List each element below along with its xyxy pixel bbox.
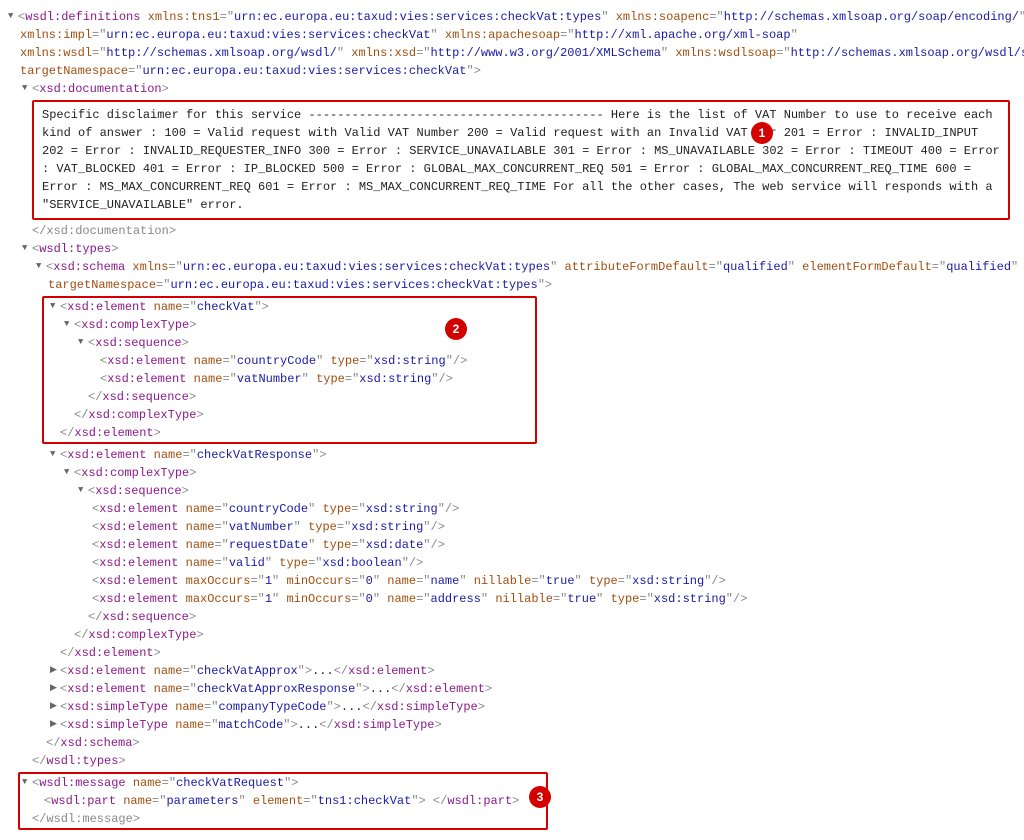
xsd-documentation-close: </xsd:documentation>	[8, 222, 1016, 240]
wsdl-message-open: <wsdl:message name="checkVatRequest">	[20, 774, 546, 792]
callout-badge-3: 3	[529, 786, 551, 808]
cvr-name: <xsd:element maxOccurs="1" minOccurs="0"…	[8, 572, 1016, 590]
expand-toggle[interactable]	[50, 700, 60, 714]
expand-toggle[interactable]	[22, 242, 32, 256]
wsdl-definitions-open: <wsdl:definitions xmlns:tns1="urn:ec.eur…	[8, 8, 1016, 26]
cvr-address: <xsd:element maxOccurs="1" minOccurs="0"…	[8, 590, 1016, 608]
expand-toggle[interactable]	[50, 664, 60, 678]
xsd-schema-cont: targetNamespace="urn:ec.europa.eu:taxud:…	[8, 276, 1016, 294]
wsdl-part: <wsdl:part name="parameters" element="tn…	[20, 792, 546, 810]
companytypecode-collapsed: <xsd:simpleType name="companyTypeCode">.…	[8, 698, 1016, 716]
checkvat-sequence-close: </xsd:sequence>	[44, 388, 535, 406]
checkvat-element-open: <xsd:element name="checkVat">	[44, 298, 535, 316]
cvr-countrycode: <xsd:element name="countryCode" type="xs…	[8, 500, 1016, 518]
expand-toggle[interactable]	[50, 448, 60, 462]
wsdl-definitions-cont2: xmlns:wsdl="http://schemas.xmlsoap.org/w…	[8, 44, 1016, 62]
checkvatresponse-close: </xsd:element>	[8, 644, 1016, 662]
cvr-sequence-open: <xsd:sequence>	[8, 482, 1016, 500]
callout-box-2: 2 <xsd:element name="checkVat"> <xsd:com…	[42, 296, 537, 444]
expand-toggle[interactable]	[36, 260, 46, 274]
callout-badge-1: 1	[751, 122, 773, 144]
cvr-requestdate: <xsd:element name="requestDate" type="xs…	[8, 536, 1016, 554]
xsd-schema-close: </xsd:schema>	[8, 734, 1016, 752]
xsd-schema-open: <xsd:schema xmlns="urn:ec.europa.eu:taxu…	[8, 258, 1016, 276]
cvr-complextype-close: </xsd:complexType>	[8, 626, 1016, 644]
checkvatapproxresponse-collapsed: <xsd:element name="checkVatApproxRespons…	[8, 680, 1016, 698]
cvr-vatnumber: <xsd:element name="vatNumber" type="xsd:…	[8, 518, 1016, 536]
checkvat-countrycode: <xsd:element name="countryCode" type="xs…	[44, 352, 535, 370]
callout-box-1: 1 Specific disclaimer for this service -…	[32, 100, 1010, 220]
cvr-complextype-open: <xsd:complexType>	[8, 464, 1016, 482]
wsdl-types-close: </wsdl:types>	[8, 752, 1016, 770]
expand-toggle[interactable]	[78, 484, 88, 498]
matchcode-collapsed: <xsd:simpleType name="matchCode">...</xs…	[8, 716, 1016, 734]
checkvat-complextype-close: </xsd:complexType>	[44, 406, 535, 424]
wsdl-definitions-cont3: targetNamespace="urn:ec.europa.eu:taxud:…	[8, 62, 1016, 80]
expand-toggle[interactable]	[22, 82, 32, 96]
expand-toggle[interactable]	[50, 300, 60, 314]
expand-toggle[interactable]	[50, 718, 60, 732]
expand-toggle[interactable]	[22, 776, 32, 790]
checkvat-vatnumber: <xsd:element name="vatNumber" type="xsd:…	[44, 370, 535, 388]
cvr-valid: <xsd:element name="valid" type="xsd:bool…	[8, 554, 1016, 572]
documentation-text: Specific disclaimer for this service ---…	[42, 106, 1000, 214]
wsdl-definitions-cont1: xmlns:impl="urn:ec.europa.eu:taxud:vies:…	[8, 26, 1016, 44]
checkvat-element-close: </xsd:element>	[44, 424, 535, 442]
expand-toggle[interactable]	[64, 466, 74, 480]
checkvatapprox-collapsed: <xsd:element name="checkVatApprox">...</…	[8, 662, 1016, 680]
expand-toggle[interactable]	[64, 318, 74, 332]
wsdl-message-close: </wsdl:message>	[20, 810, 546, 828]
expand-toggle[interactable]	[8, 10, 18, 24]
cvr-sequence-close: </xsd:sequence>	[8, 608, 1016, 626]
callout-box-3: 3 <wsdl:message name="checkVatRequest"> …	[18, 772, 548, 830]
wsdl-types-open: <wsdl:types>	[8, 240, 1016, 258]
expand-toggle[interactable]	[78, 336, 88, 350]
expand-toggle[interactable]	[50, 682, 60, 696]
callout-badge-2: 2	[445, 318, 467, 340]
checkvatresponse-open: <xsd:element name="checkVatResponse">	[8, 446, 1016, 464]
xsd-documentation-open: <xsd:documentation>	[8, 80, 1016, 98]
